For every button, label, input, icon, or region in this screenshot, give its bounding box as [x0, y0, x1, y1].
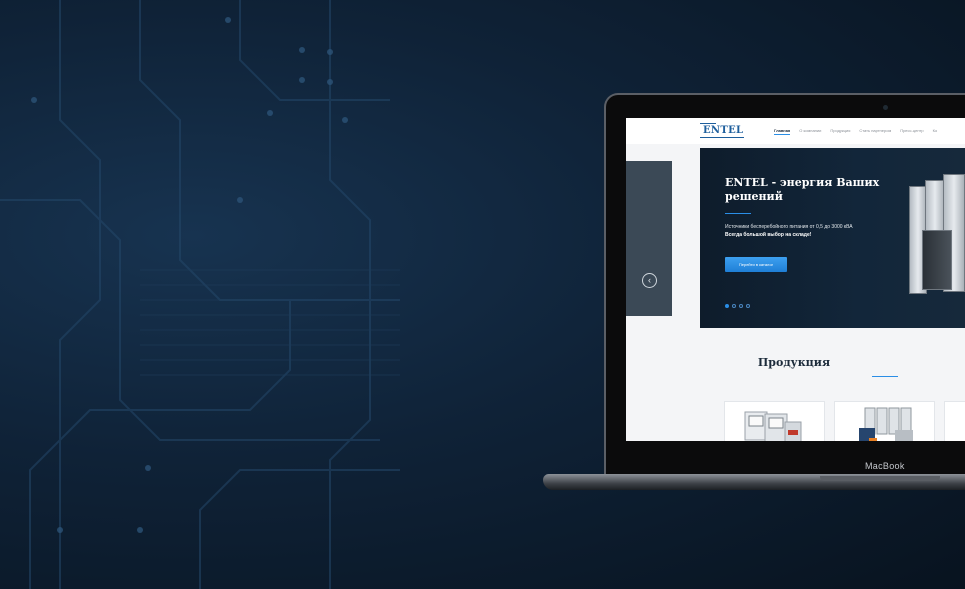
slider-dot-1[interactable]	[725, 304, 729, 308]
nav-item-home[interactable]: Главная	[774, 128, 791, 135]
hero-subtitle: Источники бесперебойного питания от 0,5 …	[725, 224, 853, 230]
logo-underline	[700, 137, 744, 138]
ups-cabinet-dark	[922, 230, 952, 290]
slider-dot-4[interactable]	[746, 304, 750, 308]
nav-item-contacts[interactable]: Ко	[933, 128, 938, 135]
hero-title-decoration	[725, 213, 751, 214]
laptop-screen: ENTEL Главная О компании Продукция Стать…	[626, 118, 965, 441]
logo-decoration	[700, 123, 716, 124]
previous-slide-preview: ‹	[626, 161, 672, 316]
hero-title: ENTEL - энергия Ваших решений	[725, 176, 880, 203]
product-card[interactable]	[944, 401, 965, 441]
hero-slider: ENTEL - энергия Ваших решений Источники …	[700, 148, 965, 328]
main-nav: Главная О компании Продукция Стать партн…	[774, 128, 937, 135]
product-image-meters	[744, 411, 802, 441]
slider-dot-2[interactable]	[732, 304, 736, 308]
slider-pagination	[725, 304, 750, 308]
site-header: ENTEL Главная О компании Продукция Стать…	[626, 118, 965, 144]
product-card[interactable]	[724, 401, 825, 441]
laptop-brand-label: MacBook	[865, 461, 905, 471]
chevron-left-icon[interactable]: ‹	[642, 273, 657, 288]
catalog-button[interactable]: Перейти в каталог	[725, 257, 787, 272]
nav-item-press[interactable]: Пресс-центр	[900, 128, 923, 135]
products-heading: Продукция	[757, 356, 831, 369]
nav-item-about[interactable]: О компании	[799, 128, 821, 135]
nav-item-partner[interactable]: Стать партнером	[859, 128, 891, 135]
slider-dot-3[interactable]	[739, 304, 743, 308]
site-logo[interactable]: ENTEL	[703, 125, 743, 136]
laptop-notch	[820, 476, 940, 481]
product-image-switches	[859, 407, 913, 441]
nav-item-products[interactable]: Продукция	[830, 128, 850, 135]
products-heading-decoration	[872, 376, 898, 377]
hero-subtitle-bold: Всегда большой выбор на складе!	[725, 232, 812, 238]
camera	[883, 105, 888, 110]
product-card[interactable]	[834, 401, 935, 441]
